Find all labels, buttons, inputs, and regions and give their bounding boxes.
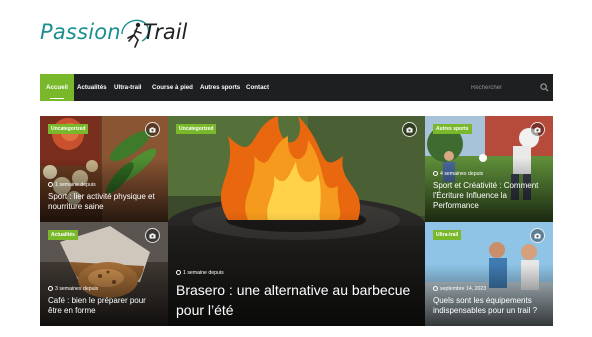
category-badge[interactable]: Uncategorized — [48, 124, 89, 134]
category-badge[interactable]: Actualités — [48, 230, 78, 240]
clock-icon — [433, 171, 438, 176]
post-date: 3 semaines depuis — [48, 286, 98, 292]
nav-item-actualites[interactable]: Actualités — [77, 74, 107, 101]
category-badge[interactable]: Autres sports — [433, 124, 472, 134]
logo-word-passion: Passion — [40, 20, 121, 44]
nav-item-accueil[interactable]: Accueil — [40, 74, 75, 101]
post-date-text: 4 semaines depuis — [440, 171, 484, 177]
category-badge[interactable]: Uncategorized — [176, 124, 217, 134]
site-logo[interactable]: Passion Trail — [40, 14, 200, 54]
post-card[interactable]: Uncategorized 1 semaine depuis Sport : l… — [40, 116, 168, 222]
post-card[interactable]: Actualités 3 semaines depuis Café : bien… — [40, 222, 168, 326]
post-date-text: 1 semaine depuis — [183, 270, 224, 276]
post-date: 1 semaine depuis — [176, 270, 224, 276]
post-date-text: 1 semaine depuis — [55, 182, 96, 188]
post-card-featured[interactable]: Uncategorized 1 semaine depuis Brasero :… — [168, 116, 425, 326]
clock-icon — [433, 286, 438, 291]
nav-item-course-a-pied[interactable]: Course à pied — [152, 74, 193, 101]
post-date: septembre 14, 2023 — [433, 286, 486, 292]
post-date: 4 semaines depuis — [433, 171, 483, 177]
page: Passion Trail Accueil Actualités Ultra-t… — [0, 0, 592, 337]
search-input[interactable] — [471, 80, 541, 95]
clock-icon — [176, 270, 181, 275]
logo-word-trail: Trail — [143, 20, 188, 44]
camera-icon — [145, 122, 160, 137]
post-title[interactable]: Brasero : une alternative au barbecue po… — [176, 280, 417, 320]
post-card[interactable]: Autres sports 4 semaines depuis Sport et… — [425, 116, 553, 222]
image-overlay — [40, 158, 168, 222]
clock-icon — [48, 286, 53, 291]
post-date-text: 3 semaines depuis — [55, 286, 99, 292]
post-date-text: septembre 14, 2023 — [440, 286, 487, 292]
nav-item-contact[interactable]: Contact — [246, 74, 269, 101]
post-card[interactable]: Ultra-trail septembre 14, 2023 Quels son… — [425, 222, 553, 326]
main-nav: Accueil Actualités Ultra-trail Course à … — [40, 74, 553, 101]
search-box — [471, 74, 553, 101]
clock-icon — [48, 182, 53, 187]
camera-icon — [145, 228, 160, 243]
magnifier-icon[interactable] — [540, 83, 549, 92]
category-badge[interactable]: Ultra-trail — [433, 230, 462, 240]
post-title[interactable]: Sport et Créativité : Comment l'Écriture… — [433, 181, 545, 211]
post-title[interactable]: Café : bien le préparer pour être en for… — [48, 296, 160, 316]
image-overlay — [40, 263, 168, 326]
post-title[interactable]: Quels sont les équipements indispensable… — [433, 296, 545, 316]
image-overlay — [425, 263, 553, 326]
post-date: 1 semaine depuis — [48, 182, 96, 188]
camera-icon — [530, 122, 545, 137]
camera-icon — [530, 228, 545, 243]
nav-item-ultra-trail[interactable]: Ultra-trail — [114, 74, 142, 101]
post-title[interactable]: Sport : lier activité physique et nourri… — [48, 192, 160, 212]
nav-item-autres-sports[interactable]: Autres sports — [200, 74, 240, 101]
camera-icon — [402, 122, 417, 137]
